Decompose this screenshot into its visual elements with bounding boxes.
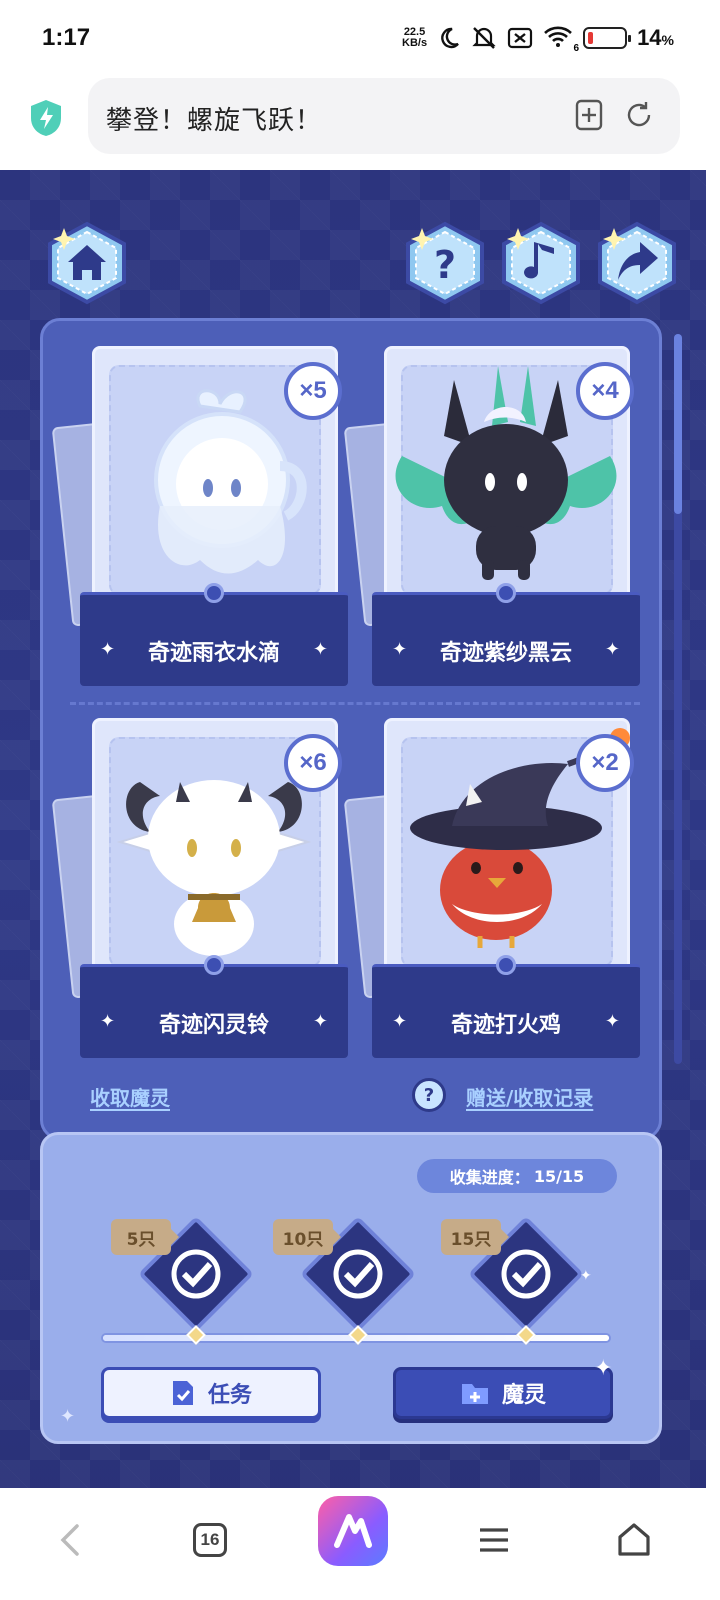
sparkle-icon: ✦ bbox=[60, 1406, 76, 1427]
card-name-banner: ✦ 奇迹闪灵铃 ✦ bbox=[80, 955, 348, 1058]
back-icon bbox=[60, 1524, 79, 1556]
count-badge: ×4 bbox=[576, 362, 634, 420]
status-bar: 1:17 22.5 KB/s 6 14% bbox=[0, 0, 720, 78]
tabs-button[interactable]: 16 bbox=[178, 1508, 242, 1572]
progress-pill: 收集进度： 15/15 bbox=[417, 1159, 617, 1193]
game-canvas: ? ×5 ✦ 奇迹雨衣水滴 ✦ ×4 ✦ 奇迹紫纱黑云 ✦ ×6 ✦ 奇迹闪灵铃… bbox=[0, 170, 706, 1512]
mute-icon bbox=[472, 27, 496, 49]
task-doc-icon bbox=[172, 1381, 193, 1405]
sparkle-icon: ✦ bbox=[604, 1011, 620, 1032]
scrollbar-thumb[interactable] bbox=[674, 334, 682, 514]
share-icon bbox=[598, 221, 676, 305]
sparkle-icon: ✦ bbox=[604, 639, 620, 660]
help-circle-icon[interactable]: ? bbox=[412, 1078, 446, 1112]
milestone-reward[interactable]: 10只 bbox=[273, 1216, 416, 1332]
menu-icon bbox=[480, 1528, 508, 1552]
add-bookmark-icon[interactable] bbox=[572, 98, 606, 132]
home-nav-button[interactable] bbox=[602, 1508, 666, 1572]
progress-label: 收集进度： bbox=[449, 1168, 530, 1187]
banner-dot bbox=[496, 583, 516, 603]
count-badge-text: ×2 bbox=[591, 749, 619, 776]
task-button[interactable]: 任务 bbox=[101, 1367, 321, 1419]
banner-dot bbox=[496, 955, 516, 975]
address-bar[interactable]: 攀登！螺旋飞跃！ bbox=[88, 78, 680, 154]
help-button[interactable]: ? bbox=[402, 220, 488, 306]
battery-percent: 14% bbox=[637, 25, 674, 50]
milestone-label: 10只 bbox=[273, 1219, 341, 1255]
app-logo-button[interactable] bbox=[318, 1496, 388, 1566]
shield-icon[interactable] bbox=[28, 98, 64, 138]
moon-icon bbox=[441, 27, 459, 49]
milestone-label: 5只 bbox=[111, 1219, 179, 1255]
browser-nav-bar: 16 bbox=[0, 1488, 720, 1600]
count-badge-text: ×6 bbox=[299, 749, 327, 776]
spirit-button-label: 魔灵 bbox=[501, 1383, 546, 1408]
spirit-card[interactable]: ×5 ✦ 奇迹雨衣水滴 ✦ bbox=[51, 346, 348, 686]
panel-scrollbar[interactable] bbox=[674, 334, 682, 1064]
card-name: 奇迹雨衣水滴 bbox=[147, 641, 280, 666]
page-title: 攀登！螺旋飞跃！ bbox=[106, 106, 323, 136]
count-badge-text: ×4 bbox=[591, 377, 619, 404]
count-badge: ×2 bbox=[576, 734, 634, 792]
folder-add-icon bbox=[461, 1384, 488, 1404]
milestone-reward[interactable]: 5只 bbox=[111, 1216, 254, 1332]
count-badge: ×6 bbox=[284, 734, 342, 792]
menu-button[interactable] bbox=[462, 1508, 526, 1572]
reload-icon[interactable] bbox=[622, 98, 656, 132]
milestone-label: 15只 bbox=[441, 1219, 509, 1255]
card-row-divider bbox=[70, 702, 640, 705]
banner-dot bbox=[204, 955, 224, 975]
help-icon: ? bbox=[406, 221, 484, 305]
home-icon bbox=[48, 221, 126, 305]
spirit-card[interactable]: ×4 ✦ 奇迹紫纱黑云 ✦ bbox=[343, 346, 640, 686]
collection-progress-panel: 收集进度： 15/15 5只 10只 15只 任务 魔灵 bbox=[40, 1132, 662, 1444]
spirit-card[interactable]: ×2 ✦ 奇迹打火鸡 ✦ bbox=[343, 718, 640, 1058]
sparkle-icon: ✦ bbox=[312, 639, 328, 660]
wifi-badge: 6 bbox=[573, 43, 580, 54]
app-logo-icon bbox=[334, 1514, 372, 1548]
gift-history-link[interactable]: 赠送/收取记录 bbox=[466, 1082, 593, 1111]
milestone-reward[interactable]: 15只 bbox=[441, 1216, 584, 1332]
card-name: 奇迹紫纱黑云 bbox=[439, 641, 572, 666]
progress-value: 15/15 bbox=[533, 1166, 585, 1186]
banner-dot bbox=[204, 583, 224, 603]
browser-toolbar: 攀登！螺旋飞跃！ bbox=[0, 78, 720, 172]
music-icon bbox=[502, 221, 580, 305]
back-button[interactable] bbox=[38, 1508, 102, 1572]
status-icons: 22.5 KB/s 6 14% bbox=[402, 24, 674, 54]
svg-text:?: ? bbox=[434, 243, 456, 287]
card-name-banner: ✦ 奇迹打火鸡 ✦ bbox=[372, 955, 640, 1058]
net-speed-unit: KB/s bbox=[402, 37, 428, 49]
spirit-button[interactable]: 魔灵 bbox=[393, 1367, 613, 1419]
wifi-icon bbox=[544, 26, 572, 47]
card-name: 奇迹打火鸡 bbox=[450, 1013, 561, 1038]
sparkle-icon: ✦ bbox=[594, 1356, 613, 1381]
battery-percent-value: 14 bbox=[637, 25, 662, 50]
card-name-banner: ✦ 奇迹雨衣水滴 ✦ bbox=[80, 583, 348, 686]
sim-off-icon bbox=[507, 27, 533, 49]
wifi-indicator: 6 bbox=[543, 24, 579, 54]
sparkle-icon: ✦ bbox=[312, 1011, 328, 1032]
home-icon bbox=[618, 1523, 650, 1556]
collect-spirit-link[interactable]: 收取魔灵 bbox=[90, 1082, 170, 1111]
tab-count: 16 bbox=[200, 1530, 220, 1549]
status-time: 1:17 bbox=[42, 24, 91, 51]
card-name-banner: ✦ 奇迹紫纱黑云 ✦ bbox=[372, 583, 640, 686]
tabs-icon: 16 bbox=[193, 1523, 227, 1557]
card-name: 奇迹闪灵铃 bbox=[158, 1013, 269, 1038]
count-badge: ×5 bbox=[284, 362, 342, 420]
count-badge-text: ×5 bbox=[299, 377, 327, 404]
battery-icon bbox=[583, 27, 632, 49]
spirit-card[interactable]: ×6 ✦ 奇迹闪灵铃 ✦ bbox=[51, 718, 348, 1058]
home-button[interactable] bbox=[44, 220, 130, 306]
net-speed: 22.5 KB/s bbox=[402, 27, 427, 49]
battery-fill bbox=[588, 32, 594, 44]
music-button[interactable] bbox=[498, 220, 584, 306]
share-button[interactable] bbox=[594, 220, 680, 306]
task-button-label: 任务 bbox=[207, 1383, 252, 1408]
sparkle-icon: ✦ bbox=[580, 1268, 592, 1284]
